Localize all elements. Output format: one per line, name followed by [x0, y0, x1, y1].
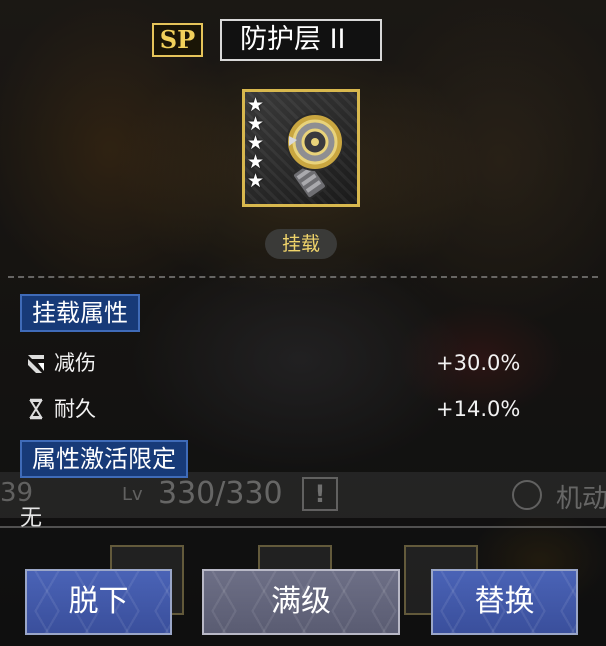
attribute-value: +30.0% — [436, 351, 521, 375]
max-level-button[interactable]: 满级 — [202, 569, 400, 635]
item-icon-frame: ★ ★ ★ ★ ★ — [242, 89, 360, 207]
divider — [8, 276, 598, 278]
hourglass-icon — [29, 398, 43, 420]
shield-gear-icon — [286, 113, 344, 198]
attribute-label: 耐久 — [54, 397, 96, 421]
mobility-icon — [512, 480, 542, 510]
damage-reduction-icon — [28, 355, 44, 373]
star-icon: ★ — [247, 170, 265, 192]
unequip-button[interactable]: 脱下 — [25, 569, 172, 635]
attribute-value: +14.0% — [436, 397, 521, 421]
divider — [0, 526, 606, 528]
background-level-value: 330/330 — [158, 476, 283, 511]
slot-tag: 挂载 — [265, 229, 337, 259]
attribute-label: 减伤 — [54, 351, 96, 375]
rarity-badge: SP — [152, 23, 203, 57]
replace-button[interactable]: 替换 — [431, 569, 578, 635]
attributes-section-title: 挂载属性 — [20, 294, 140, 332]
background-mobility-label: 机动 — [556, 484, 606, 514]
attribute-row: 耐久 +14.0% — [24, 394, 584, 424]
attribute-row: 减伤 +30.0% — [24, 348, 584, 378]
warning-icon: ! — [302, 477, 338, 511]
star-rating: ★ ★ ★ ★ ★ — [247, 96, 264, 191]
activation-section-title: 属性激活限定 — [20, 440, 188, 478]
background-level-prefix: Lv — [122, 484, 143, 505]
item-title: 防护层 II — [220, 19, 382, 61]
